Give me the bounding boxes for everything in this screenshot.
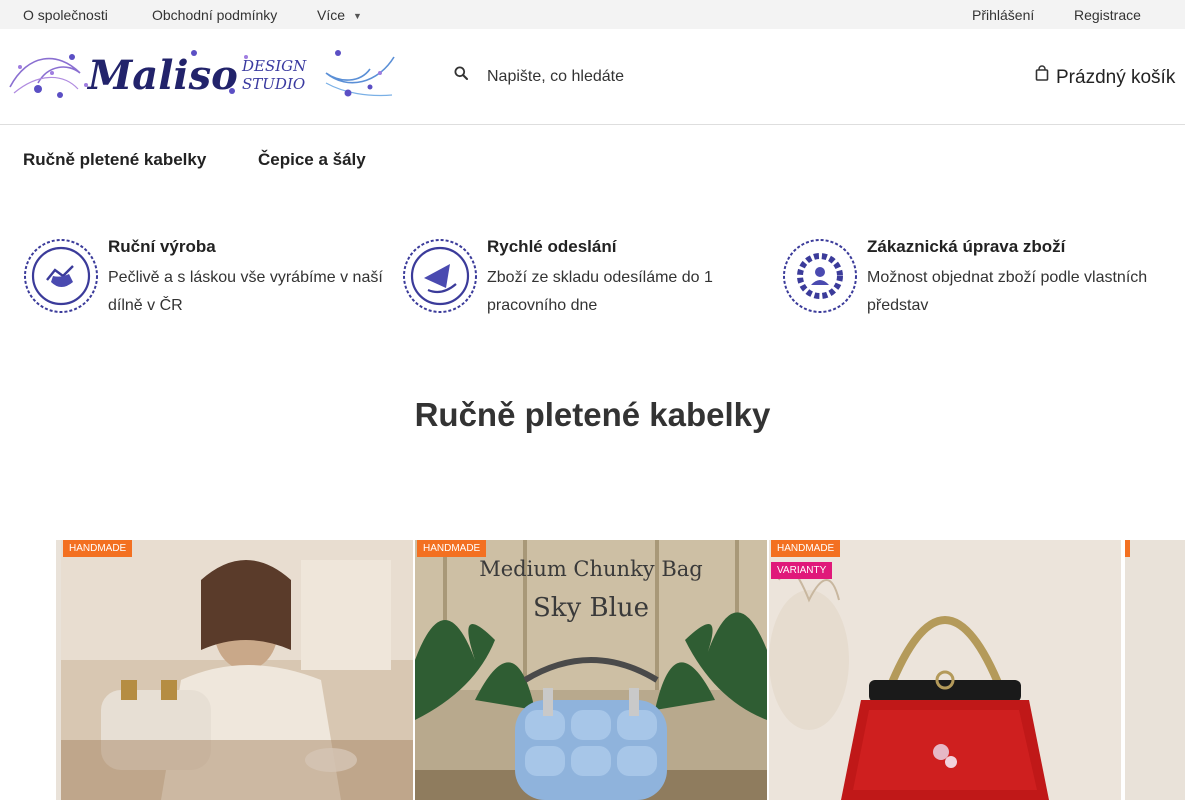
carousel-next-edge: [1125, 540, 1185, 800]
handmade-badge-icon: [24, 239, 98, 313]
logo-brand-text: Maliso: [86, 52, 238, 99]
feature-title: Rychlé odeslání: [487, 237, 617, 256]
feature-title: Zákaznická úprava zboží: [867, 237, 1066, 256]
product-image: [61, 540, 413, 800]
product-tag-variants: VARIANTY: [771, 562, 833, 579]
feature-text: Možnost objednat zboží podle vlastních p…: [867, 269, 1148, 314]
nav-item-hats-scarves[interactable]: Čepice a šály: [258, 150, 366, 170]
logo-sub-top: DESIGN: [241, 57, 307, 75]
topbar-link-terms[interactable]: Obchodní podmínky: [152, 7, 277, 23]
product-tag: HANDMADE: [63, 540, 133, 557]
feature-fast-shipping: Rychlé odeslání Zboží ze skladu odesílám…: [402, 237, 767, 317]
section-title: Ručně pletené kabelky: [414, 396, 771, 433]
product-overlay-subtitle: Sky Blue: [533, 593, 649, 623]
feature-text: Zboží ze skladu odesíláme do 1 pracovníh…: [487, 269, 713, 314]
customization-badge-icon: [783, 239, 857, 313]
login-link[interactable]: Přihlášení: [972, 7, 1034, 23]
product-image: Medium Chunky Bag Sky Blue: [415, 540, 767, 800]
next-product-tag-peek: [1125, 540, 1130, 557]
feature-title: Ruční výroba: [108, 237, 216, 256]
feature-text: Pečlivě a s láskou vše vyrábíme v naší d…: [108, 269, 383, 314]
site-logo[interactable]: Maliso DESIGN STUDIO: [8, 43, 396, 103]
search-input[interactable]: Napište, co hledáte: [487, 68, 624, 86]
feature-customization: Zákaznická úprava zboží Možnost objednat…: [782, 237, 1147, 317]
product-overlay-title: Medium Chunky Bag: [479, 557, 703, 581]
topbar-link-more[interactable]: Více ▼: [317, 7, 362, 23]
search-icon[interactable]: [454, 66, 468, 80]
product-image: [769, 540, 1121, 800]
site-header: Maliso DESIGN STUDIO Napište, co hledáte…: [0, 29, 1185, 125]
nav-item-handbags[interactable]: Ručně pletené kabelky: [23, 150, 206, 170]
feature-handmade: Ruční výroba Pečlivě a s láskou vše vyrá…: [23, 237, 388, 317]
product-card[interactable]: HANDMADE VARIANTY: [769, 540, 1121, 800]
chevron-down-icon: ▼: [353, 11, 362, 21]
topbar-more-label: Více: [317, 7, 346, 23]
topbar-link-about[interactable]: O společnosti: [23, 7, 108, 23]
top-utility-bar: O společnosti Obchodní podmínky Více ▼ Př…: [0, 0, 1185, 29]
register-link[interactable]: Registrace: [1074, 7, 1141, 23]
cart-icon[interactable]: [1035, 65, 1049, 81]
product-card[interactable]: Medium Chunky Bag Sky Blue HANDMADE: [415, 540, 767, 800]
product-card[interactable]: HANDMADE: [61, 540, 413, 800]
logo-sub-bottom: STUDIO: [242, 75, 305, 93]
cart-label[interactable]: Prázdný košík: [1056, 67, 1175, 89]
fast-shipping-badge-icon: [403, 239, 477, 313]
product-tag: HANDMADE: [771, 540, 841, 557]
product-tag: HANDMADE: [417, 540, 487, 557]
